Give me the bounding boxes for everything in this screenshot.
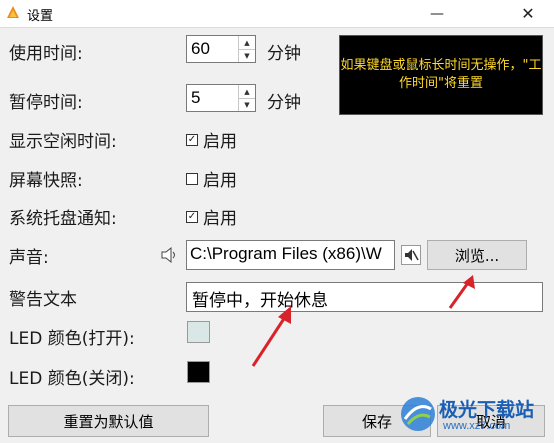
checkbox-checked-icon[interactable]: ✓ bbox=[186, 210, 198, 223]
decrement-arrow-icon[interactable]: ▼ bbox=[239, 98, 255, 111]
annotation-arrow-icon bbox=[448, 275, 475, 309]
led-on-label: LED 颜色(打开): bbox=[9, 329, 135, 349]
use-time-label: 使用时间: bbox=[9, 44, 83, 64]
led-on-color-swatch[interactable] bbox=[187, 321, 210, 343]
checkbox-unchecked-icon[interactable] bbox=[186, 172, 198, 185]
screen-snapshot-label: 屏幕快照: bbox=[9, 171, 83, 191]
warning-text-input[interactable]: 暂停中，开始休息 bbox=[186, 282, 543, 312]
led-off-color-swatch[interactable] bbox=[187, 361, 210, 383]
decrement-arrow-icon[interactable]: ▼ bbox=[239, 49, 255, 62]
window-title: 设置 bbox=[27, 9, 54, 24]
watermark-logo: 极光下载站 www.xz7.com bbox=[395, 389, 554, 443]
watermark-title: 极光下载站 bbox=[439, 399, 535, 421]
led-off-label: LED 颜色(关闭): bbox=[9, 369, 135, 389]
close-icon: ✕ bbox=[521, 4, 535, 23]
title-bar: 设置 — ✕ bbox=[0, 0, 554, 28]
watermark-url: www.xz7.com bbox=[443, 420, 511, 432]
checkbox-label: 启用 bbox=[203, 171, 237, 191]
aurora-logo-icon bbox=[401, 397, 435, 431]
minimize-button[interactable]: — bbox=[414, 0, 460, 27]
tray-notify-checkbox[interactable]: ✓ 启用 bbox=[186, 204, 237, 229]
increment-arrow-icon[interactable]: ▲ bbox=[239, 85, 255, 99]
show-idle-checkbox[interactable]: ✓ 启用 bbox=[186, 127, 237, 152]
mute-icon[interactable] bbox=[401, 245, 421, 265]
use-time-unit: 分钟 bbox=[267, 44, 301, 64]
pause-time-label: 暂停时间: bbox=[9, 93, 83, 113]
tray-notify-label: 系统托盘通知: bbox=[9, 209, 117, 229]
show-idle-label: 显示空闲时间: bbox=[9, 132, 117, 152]
warning-text-label: 警告文本 bbox=[9, 290, 77, 310]
reset-defaults-button[interactable]: 重置为默认值 bbox=[8, 405, 209, 437]
speaker-icon[interactable] bbox=[160, 246, 180, 264]
sound-label: 声音: bbox=[9, 248, 49, 268]
screen-snapshot-checkbox[interactable]: 启用 bbox=[186, 166, 237, 191]
use-time-stepper[interactable]: 60 ▲ ▼ bbox=[186, 35, 256, 63]
checkbox-label: 启用 bbox=[203, 209, 237, 229]
annotation-arrow-icon bbox=[251, 306, 291, 367]
increment-arrow-icon[interactable]: ▲ bbox=[239, 36, 255, 50]
minimize-icon: — bbox=[430, 5, 444, 22]
use-time-value[interactable]: 60 bbox=[191, 39, 210, 59]
close-button[interactable]: ✕ bbox=[505, 0, 551, 27]
browse-button[interactable]: 浏览... bbox=[427, 240, 527, 270]
app-icon bbox=[7, 6, 19, 18]
idle-reset-notice: 如果键盘或鼠标长时间无操作，"工作时间"将重置 bbox=[339, 35, 543, 115]
pause-time-stepper[interactable]: 5 ▲ ▼ bbox=[186, 84, 256, 112]
sound-path-field[interactable]: C:\Program Files (x86)\W bbox=[186, 240, 395, 270]
pause-time-value[interactable]: 5 bbox=[191, 88, 200, 108]
checkbox-checked-icon[interactable]: ✓ bbox=[186, 133, 198, 146]
pause-time-unit: 分钟 bbox=[267, 93, 301, 113]
checkbox-label: 启用 bbox=[203, 132, 237, 152]
